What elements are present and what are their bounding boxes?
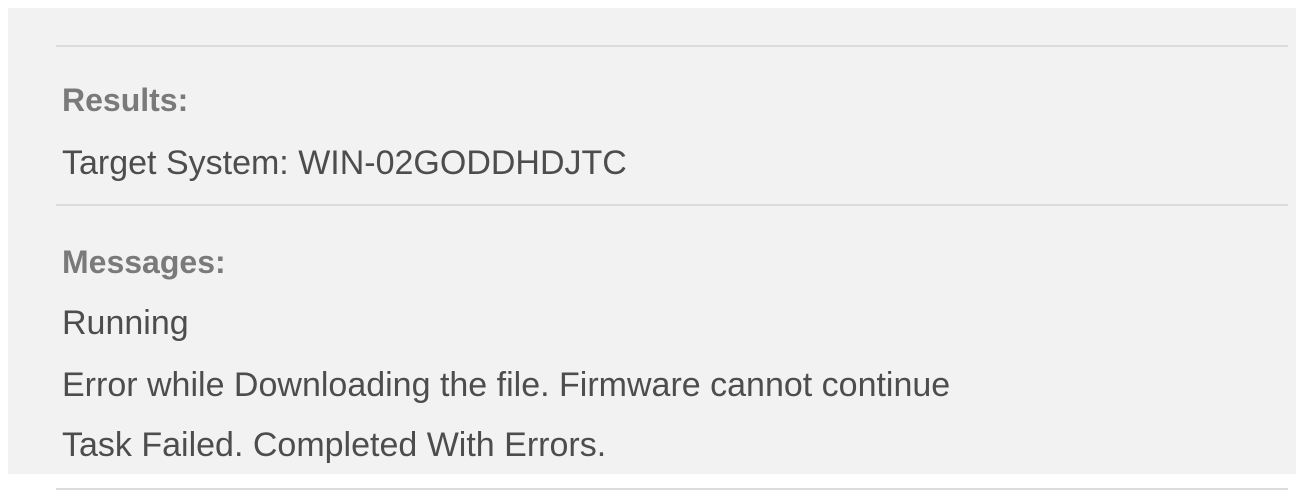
divider-middle [56, 204, 1288, 206]
message-item: Running [62, 304, 189, 342]
divider-top [56, 45, 1288, 47]
target-system-text: Target System: WIN-02GODDHDJTC [62, 144, 627, 182]
message-item: Task Failed. Completed With Errors. [62, 426, 607, 464]
results-heading: Results: [62, 82, 189, 118]
divider-bottom [56, 488, 1288, 490]
message-item: Error while Downloading the file. Firmwa… [62, 366, 951, 404]
messages-heading: Messages: [62, 244, 226, 280]
